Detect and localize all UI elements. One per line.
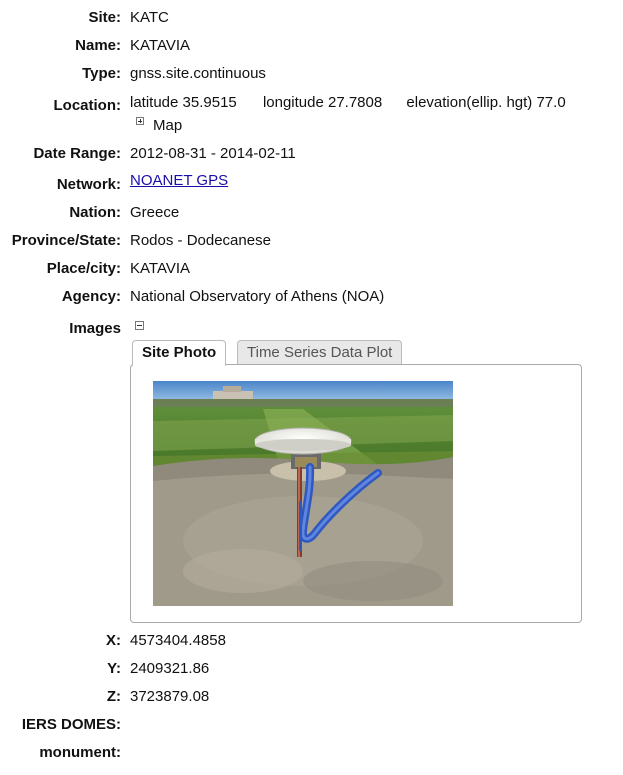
province-label: Province/State: — [11, 232, 121, 249]
agency-label: Agency: — [61, 288, 121, 305]
date-range-value: 2012-08-31 - 2014-02-11 — [130, 145, 296, 162]
agency-value: National Observatory of Athens (NOA) — [130, 288, 385, 305]
date-range-label: Date Range: — [33, 145, 121, 162]
site-label: Site: — [88, 9, 121, 26]
y-label: Y: — [107, 660, 121, 677]
map-expand-icon[interactable] — [136, 117, 144, 125]
network-label: Network: — [56, 176, 121, 193]
province-value: Rodos - Dodecanese — [130, 232, 271, 249]
z-value: 3723879.08 — [130, 688, 210, 705]
type-label: Type: — [82, 65, 121, 82]
images-panel — [130, 364, 582, 623]
x-label: X: — [106, 632, 121, 649]
map-label[interactable]: Map — [153, 117, 182, 134]
x-value: 4573404.4858 — [130, 632, 226, 649]
site-photo — [153, 381, 453, 606]
elevation-value: elevation(ellip. hgt) 77.0 — [406, 94, 566, 111]
tab-time-series-data-plot[interactable]: Time Series Data Plot — [237, 340, 403, 365]
y-value: 2409321.86 — [130, 660, 210, 677]
longitude-value: longitude 27.7808 — [262, 94, 383, 111]
type-value: gnss.site.continuous — [130, 65, 266, 82]
network-link[interactable]: NOANET GPS — [130, 172, 228, 189]
images-label: Images — [69, 320, 121, 337]
latitude-value: latitude 35.9515 — [130, 94, 237, 111]
tab-site-photo[interactable]: Site Photo — [132, 340, 227, 366]
images-collapse-icon[interactable] — [135, 321, 144, 330]
location-value: latitude 35.9515 longitude 27.7808 eleva… — [130, 94, 566, 111]
nation-label: Nation: — [69, 204, 121, 221]
place-label: Place/city: — [46, 260, 121, 277]
name-label: Name: — [75, 37, 121, 54]
nation-value: Greece — [130, 204, 180, 221]
name-value: KATAVIA — [130, 37, 191, 54]
monument-label: monument: — [39, 744, 121, 761]
place-value: KATAVIA — [130, 260, 191, 277]
location-label: Location: — [53, 97, 122, 114]
iers-domes-label: IERS DOMES: — [21, 716, 121, 733]
z-label: Z: — [106, 688, 121, 705]
site-value: KATC — [130, 9, 169, 26]
